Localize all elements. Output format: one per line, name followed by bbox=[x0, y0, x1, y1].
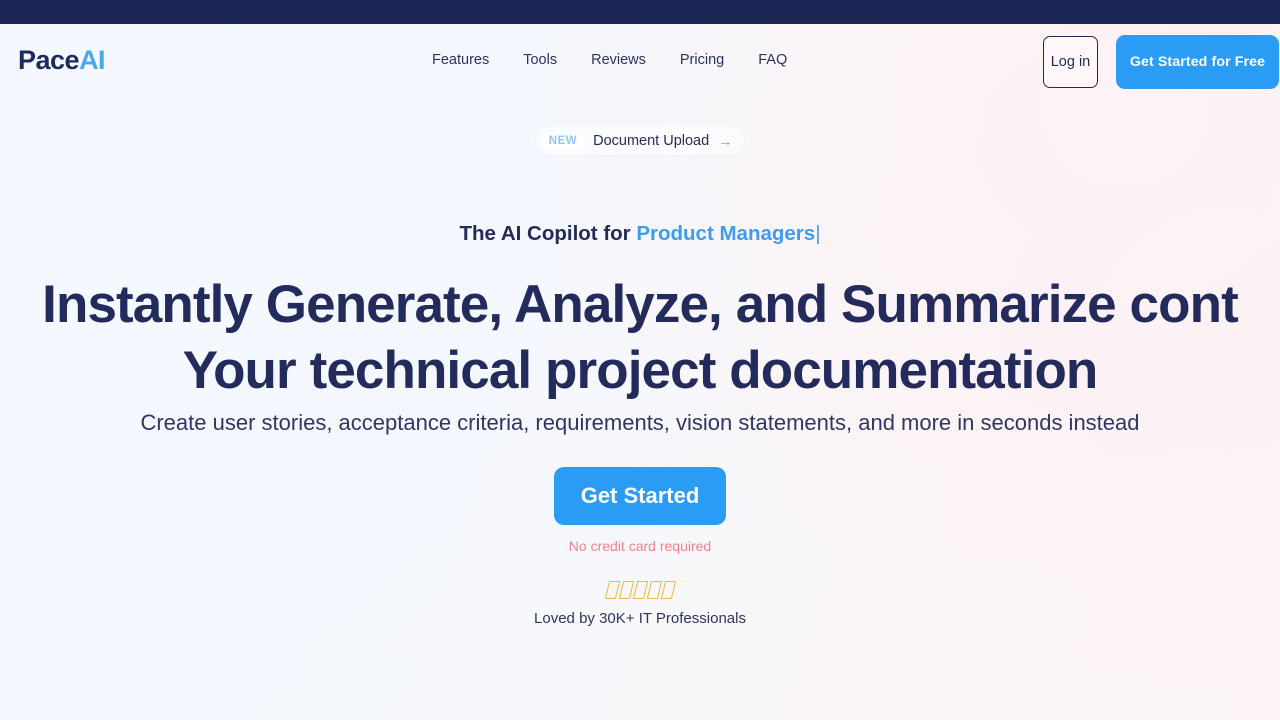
brand-logo-accent: AI bbox=[79, 45, 106, 75]
announcement-pill[interactable]: NEW Document Upload → bbox=[535, 126, 745, 155]
star-icon bbox=[660, 581, 676, 599]
announcement-bar-wrap: NEW Document Upload → bbox=[0, 126, 1280, 155]
login-button[interactable]: Log in bbox=[1043, 36, 1098, 88]
star-icon bbox=[618, 581, 634, 599]
star-rating bbox=[604, 578, 676, 602]
nav-item-tools[interactable]: Tools bbox=[523, 46, 557, 74]
headline-line-2: Your technical project documentation bbox=[182, 341, 1099, 400]
new-badge: NEW bbox=[541, 131, 585, 150]
header-get-started-button[interactable]: Get Started for Free bbox=[1116, 35, 1279, 89]
primary-navigation: Features Tools Reviews Pricing FAQ bbox=[432, 46, 787, 74]
brand-logo[interactable]: PaceAI bbox=[18, 42, 106, 78]
site-header: PaceAI Features Tools Reviews Pricing FA… bbox=[0, 24, 1280, 96]
brand-logo-primary: Pace bbox=[18, 45, 80, 75]
social-proof: Loved by 30K+ IT Professionals bbox=[0, 578, 1280, 627]
page-title: Instantly Generate, Analyze, and Summari… bbox=[0, 272, 1280, 404]
nav-item-reviews[interactable]: Reviews bbox=[591, 46, 646, 74]
hero-eyebrow-typed: Product Managers bbox=[636, 222, 816, 245]
social-proof-label: Loved by 30K+ IT Professionals bbox=[534, 610, 746, 627]
nav-item-faq[interactable]: FAQ bbox=[758, 46, 787, 74]
hero-subtitle: Create user stories, acceptance criteria… bbox=[140, 410, 1140, 435]
hero-cta-group: Get Started No credit card required bbox=[0, 467, 1280, 554]
nav-item-features[interactable]: Features bbox=[432, 46, 489, 74]
no-credit-card-note: No credit card required bbox=[568, 538, 712, 554]
hero-eyebrow: The AI Copilot for Product Managers| bbox=[0, 222, 1280, 246]
headline-line-1: Instantly Generate, Analyze, and Summari… bbox=[42, 275, 1239, 334]
star-icon bbox=[646, 581, 662, 599]
announcement-label: Document Upload bbox=[593, 132, 710, 149]
typing-caret-icon: | bbox=[815, 222, 821, 245]
star-icon bbox=[604, 581, 620, 599]
header-actions: Log in Get Started for Free bbox=[1043, 35, 1280, 89]
nav-item-pricing[interactable]: Pricing bbox=[680, 46, 724, 74]
arrow-right-icon: → bbox=[718, 132, 733, 149]
hero-eyebrow-static: The AI Copilot for bbox=[459, 222, 637, 245]
star-icon bbox=[632, 581, 648, 599]
get-started-button[interactable]: Get Started bbox=[554, 467, 726, 525]
browser-top-strip bbox=[0, 0, 1280, 24]
